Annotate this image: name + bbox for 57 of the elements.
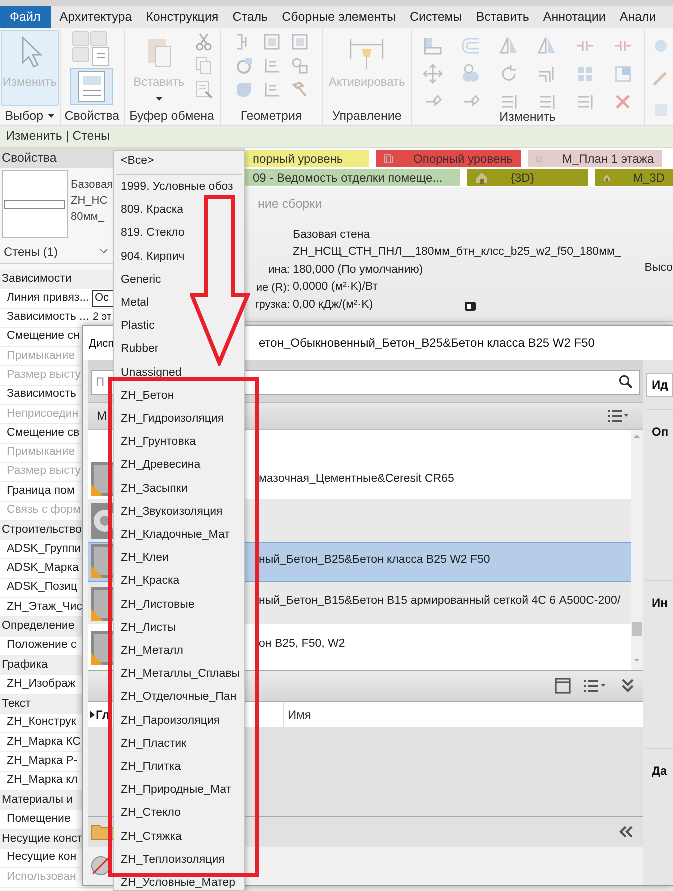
property-label: ADSK_Группи <box>6 542 82 557</box>
dialog-title: Дисп <box>89 338 114 350</box>
property-label: Смещение св <box>6 426 81 441</box>
property-label: Линия привяз... <box>6 290 90 306</box>
property-label: ZH_Марка Р- <box>6 754 79 769</box>
property-label: ADSK_Позиц <box>6 580 79 596</box>
material-name: мазочная_Цементные&Ceresit CR65 <box>259 472 454 487</box>
panel-label: Управление <box>332 108 402 125</box>
property-label: Зависимость ... <box>6 310 90 326</box>
type-property-label: ие (R): <box>255 280 291 296</box>
material-name: ный_Бетон_B25&Бетон класса B25 W2 F50 <box>259 552 490 568</box>
panel-title: Свойства <box>2 150 57 167</box>
property-label: Несущие кон <box>6 850 78 866</box>
context-title: Изменить | Стены <box>6 128 110 146</box>
property-value: 2 эт <box>92 310 112 325</box>
section-label: Оп <box>652 425 669 439</box>
type-property-label: грузка: <box>254 298 291 314</box>
panel-label: Выбор <box>5 108 44 125</box>
list-header-text: М <box>97 408 107 425</box>
property-label: ZH_Марка КС <box>6 734 82 750</box>
property-label: Зависимость <box>6 387 78 402</box>
type-property-value: ZH_НСЩ_СТН_ПНЛ__180мм_бтн_клсс_b25_w2_f50_180мм_ <box>293 245 622 260</box>
property-label: Примыкание <box>6 348 76 364</box>
type-name-text: Базовая <box>71 178 114 193</box>
material-name: ный_Бетон_B15&Бетон B15 армированный сеткой 4С 6 А500С-200/ <box>259 594 621 609</box>
type-property-value: 180,000 (По умолчанию) <box>293 262 424 278</box>
property-label: ZH_Изображ <box>6 676 77 692</box>
material-name: он B25, F50, W2 <box>259 636 346 652</box>
dialog-title: етон_Обыкновенный_Бетон_B25&Бетон класса B25 W2 F50 <box>259 335 595 352</box>
type-property-value: Базовая стена <box>293 228 370 243</box>
property-label: ZH_Марка кл <box>6 773 79 788</box>
property-label: Размер высту <box>6 368 82 383</box>
section-label: Ин <box>652 596 668 610</box>
property-label: Использован <box>6 870 78 885</box>
property-label: Граница пом <box>6 484 76 499</box>
property-label: Помещение <box>6 812 72 827</box>
type-name-text: 80мм_ <box>71 210 106 225</box>
property-label: Неприсоедин <box>6 406 80 422</box>
panel-label: Геометрия <box>240 108 302 125</box>
property-label: Связь с форм <box>6 503 82 518</box>
property-label: Смещение сн <box>6 329 81 344</box>
property-label: ZH_Конструк <box>6 715 78 730</box>
panel-label: Буфер обмена <box>130 108 214 125</box>
section-heading: ние сборки <box>258 196 324 213</box>
panel-label: Изменить <box>500 108 556 126</box>
property-label: ZH_Этаж_Чис <box>6 600 84 615</box>
property-label: ADSK_Марка <box>6 560 80 576</box>
type-property-value: 0,0000 (м²·K)/Вт <box>293 280 378 296</box>
type-property-label: Высо <box>644 261 673 276</box>
property-label: Размер высту <box>6 464 82 480</box>
property-label: Примыкание <box>6 445 76 460</box>
panel-label: Свойства <box>64 108 120 125</box>
type-property-label: ина: <box>268 263 291 278</box>
type-property-value: 0,00 кДж/(м²·K) <box>293 298 374 313</box>
property-label: Положение с <box>6 638 78 654</box>
type-name-text: ZH_НС <box>71 194 109 209</box>
section-label: Да <box>652 764 668 778</box>
